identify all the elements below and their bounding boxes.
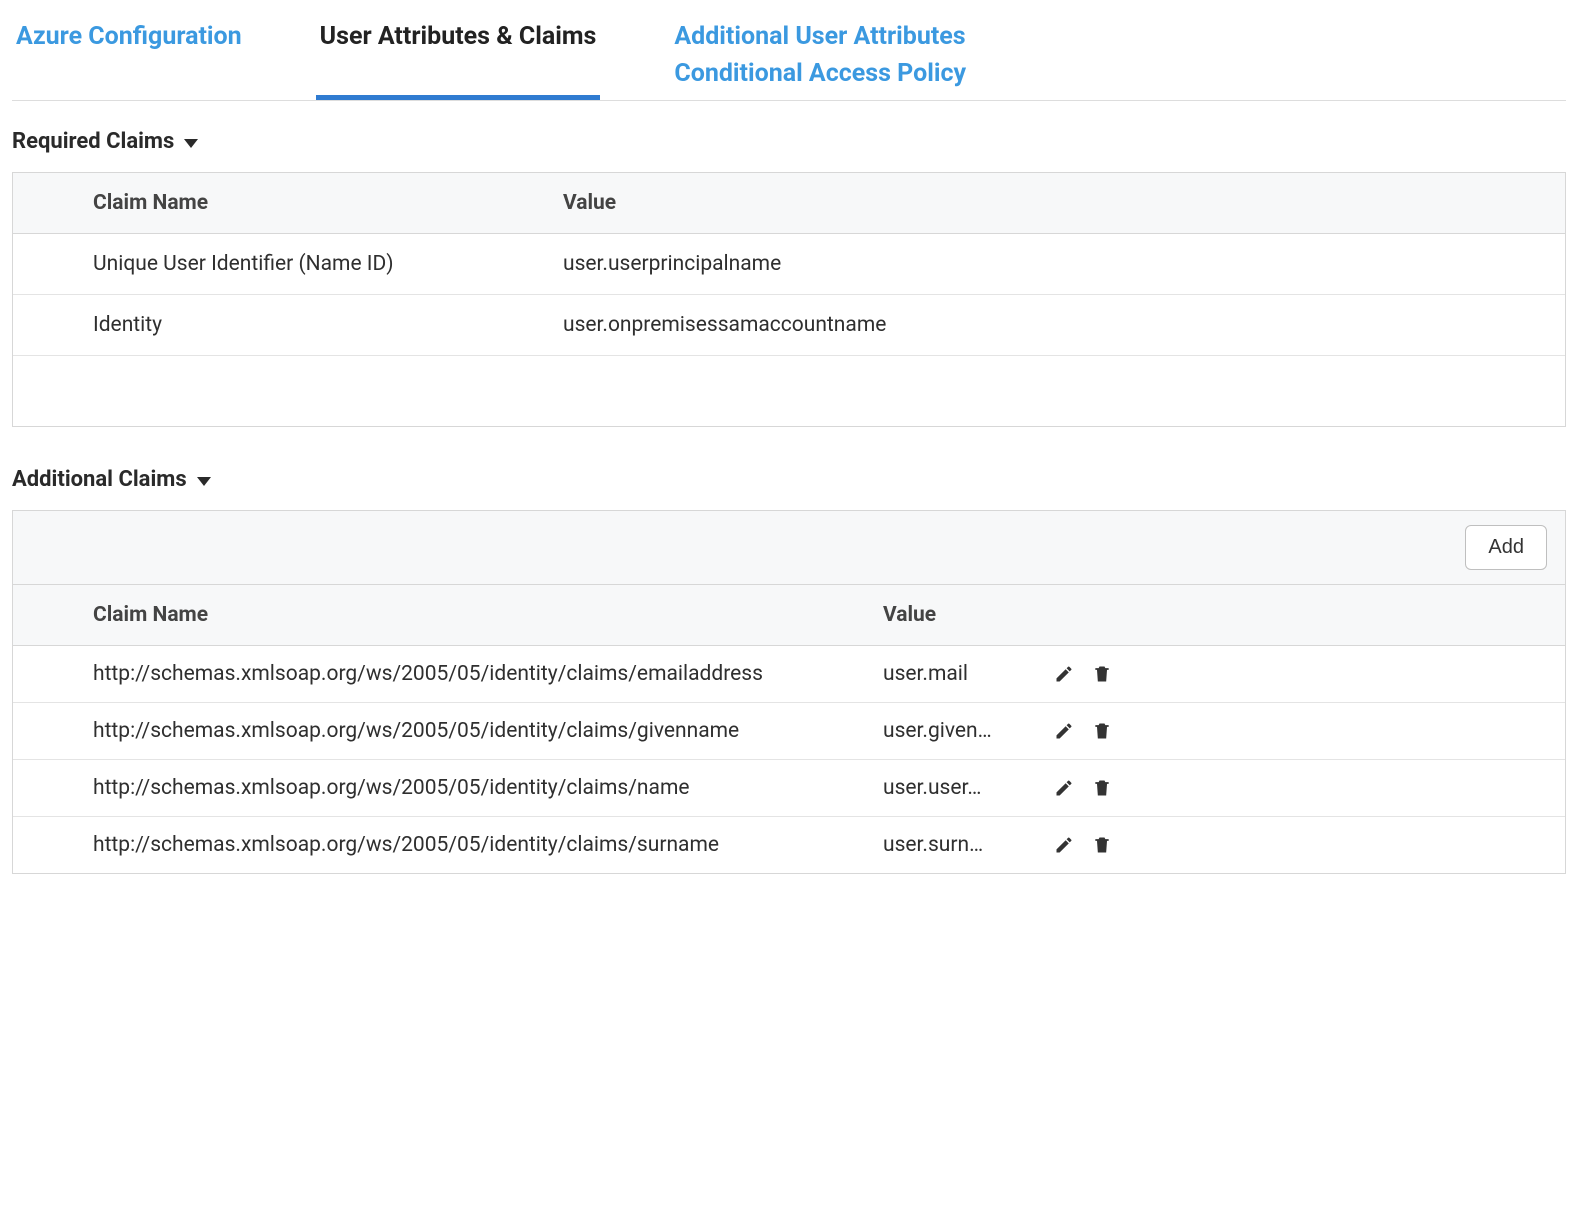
additional-claims-panel: Add Claim Name Value http://schemas.xmls… bbox=[12, 510, 1566, 874]
tab-user-attributes-claims[interactable]: User Attributes & Claims bbox=[316, 12, 601, 100]
delete-icon[interactable] bbox=[1091, 777, 1113, 799]
tab-bar: Azure Configuration User Attributes & Cl… bbox=[12, 12, 1566, 101]
chevron-down-icon bbox=[197, 477, 211, 486]
claim-value-cell: user.userprincipalname bbox=[563, 252, 1545, 276]
table-row: http://schemas.xmlsoap.org/ws/2005/05/id… bbox=[13, 817, 1565, 873]
edit-icon[interactable] bbox=[1053, 834, 1075, 856]
delete-icon[interactable] bbox=[1091, 834, 1113, 856]
claim-name-cell: Unique User Identifier (Name ID) bbox=[93, 252, 563, 276]
claim-value-cell: user.given… bbox=[883, 719, 1053, 743]
table-row: Identity user.onpremisessamaccountname bbox=[13, 295, 1565, 356]
required-claims-header-row: Claim Name Value bbox=[13, 173, 1565, 234]
table-row: http://schemas.xmlsoap.org/ws/2005/05/id… bbox=[13, 646, 1565, 703]
claim-value-cell: user.user… bbox=[883, 776, 1053, 800]
column-header-value: Value bbox=[563, 191, 1545, 215]
chevron-down-icon bbox=[184, 139, 198, 148]
claim-name-cell: http://schemas.xmlsoap.org/ws/2005/05/id… bbox=[93, 662, 883, 686]
add-button[interactable]: Add bbox=[1465, 525, 1547, 570]
table-row: Unique User Identifier (Name ID) user.us… bbox=[13, 234, 1565, 295]
section-title: Additional Claims bbox=[12, 467, 187, 492]
delete-icon[interactable] bbox=[1091, 720, 1113, 742]
tab-azure-configuration[interactable]: Azure Configuration bbox=[12, 12, 246, 100]
tab-additional-user-attributes[interactable]: Additional User Attributes bbox=[670, 12, 970, 53]
claim-name-cell: http://schemas.xmlsoap.org/ws/2005/05/id… bbox=[93, 776, 883, 800]
additional-claims-toolbar: Add bbox=[13, 511, 1565, 585]
column-header-value: Value bbox=[883, 603, 1053, 627]
edit-icon[interactable] bbox=[1053, 777, 1075, 799]
tab-conditional-access-policy[interactable]: Conditional Access Policy bbox=[670, 57, 970, 100]
table-row: http://schemas.xmlsoap.org/ws/2005/05/id… bbox=[13, 703, 1565, 760]
column-header-claim-name: Claim Name bbox=[93, 603, 883, 627]
table-row: http://schemas.xmlsoap.org/ws/2005/05/id… bbox=[13, 760, 1565, 817]
claim-value-cell: user.onpremisessamaccountname bbox=[563, 313, 1545, 337]
section-header-required-claims[interactable]: Required Claims bbox=[12, 129, 1566, 154]
section-title: Required Claims bbox=[12, 129, 174, 154]
claim-value-cell: user.mail bbox=[883, 662, 1053, 686]
edit-icon[interactable] bbox=[1053, 663, 1075, 685]
edit-icon[interactable] bbox=[1053, 720, 1075, 742]
claim-value-cell: user.surn… bbox=[883, 833, 1053, 857]
delete-icon[interactable] bbox=[1091, 663, 1113, 685]
section-header-additional-claims[interactable]: Additional Claims bbox=[12, 467, 1566, 492]
required-claims-panel: Claim Name Value Unique User Identifier … bbox=[12, 172, 1566, 427]
claim-name-cell: http://schemas.xmlsoap.org/ws/2005/05/id… bbox=[93, 833, 883, 857]
column-header-claim-name: Claim Name bbox=[93, 191, 563, 215]
additional-claims-header-row: Claim Name Value bbox=[13, 585, 1565, 646]
claim-name-cell: http://schemas.xmlsoap.org/ws/2005/05/id… bbox=[93, 719, 883, 743]
claim-name-cell: Identity bbox=[93, 313, 563, 337]
